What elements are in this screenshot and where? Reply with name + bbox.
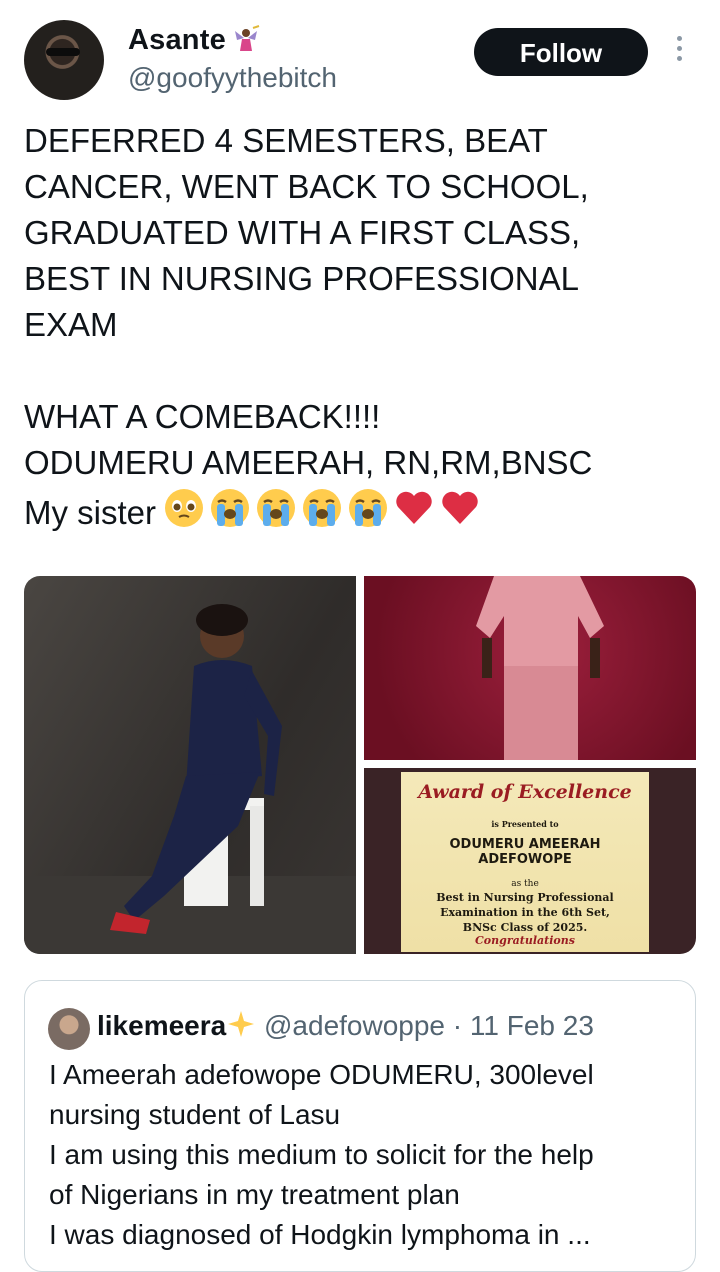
loudly-crying-face-icon [349,489,387,527]
quoted-author-handle: @adefowoppe [264,1010,446,1041]
tweet-line: DEFERRED 4 SEMESTERS, BEAT [24,122,548,159]
certificate-line: Best in Nursing Professional [436,891,614,904]
author-handle[interactable]: @goofyythebitch [128,62,337,94]
more-vertical-icon[interactable] [669,36,689,68]
quoted-tweet[interactable]: likemeera @adefowoppe · 11 Feb 23 I Amee… [24,980,696,1272]
certificate: Award of Excellence is Presented to ODUM… [401,772,649,952]
emoji-row [162,486,482,530]
quoted-tweet-date: · 11 Feb 23 [452,1010,594,1041]
follow-button[interactable]: Follow [474,28,648,76]
tweet-line: EXAM [24,306,118,343]
quoted-line: of Nigerians in my treatment plan [49,1179,460,1210]
author-avatar[interactable] [24,20,104,100]
quoted-line: I was diagnosed of Hodgkin lymphoma in .… [49,1219,591,1250]
scrubs-figure-illustration [476,576,604,760]
tweet-text: DEFERRED 4 SEMESTERS, BEAT CANCER, WENT … [24,118,704,532]
tweet-line: My sister [24,494,156,531]
tweet-line: BEST IN NURSING PROFESSIONAL [24,260,580,297]
quoted-tweet-text: I Ameerah adefowope ODUMERU, 300level nu… [49,1055,679,1255]
sparkles-icon [228,1011,255,1037]
certificate-line: Examination in the 6th Set, [440,906,610,919]
red-heart-icon [442,491,478,524]
certificate-closing: Congratulations [475,934,575,947]
quoted-line: I Ameerah adefowope ODUMERU, 300level [49,1059,594,1090]
sunglasses [46,48,80,56]
loudly-crying-face-icon [303,489,341,527]
red-heart-icon [396,491,432,524]
loudly-crying-face-icon [211,489,249,527]
author-name[interactable]: Asante [128,24,226,57]
quoted-author-name: likemeera [97,1010,227,1041]
fairy-icon [235,25,260,51]
tweet-line-last: My sister [24,486,704,532]
quoted-tweet-header: likemeera @adefowoppe · 11 Feb 23 [97,1009,594,1042]
tweet-line: ODUMERU AMEERAH, RN,RM,BNSC [24,444,593,481]
photo-pink-scrubs[interactable] [364,576,696,760]
seated-figure-illustration [24,604,356,954]
quoted-author-avatar [48,1008,90,1050]
photo-seated-portrait[interactable] [24,576,356,954]
media-grid: Award of Excellence is Presented to ODUM… [24,576,696,954]
certificate-line: BNSc Class of 2025. [462,921,588,934]
tweet-line: WHAT A COMEBACK!!!! [24,398,381,435]
certificate-as-the: as the [511,879,539,889]
tweet-line: GRADUATED WITH A FIRST CLASS, [24,214,581,251]
quoted-line: I am using this medium to solicit for th… [49,1139,594,1170]
certificate-title: Award of Excellence [418,781,632,803]
pleading-face-icon [165,489,203,527]
certificate-presented: is Presented to [491,819,559,829]
tweet-line [24,348,704,394]
tweet-line: CANCER, WENT BACK TO SCHOOL, [24,168,589,205]
photo-award-certificate[interactable]: Award of Excellence is Presented to ODUM… [364,768,696,954]
quoted-line: nursing student of Lasu [49,1099,341,1130]
loudly-crying-face-icon [257,489,295,527]
certificate-recipient: ODUMERU AMEERAH ADEFOWOPE [449,837,601,867]
